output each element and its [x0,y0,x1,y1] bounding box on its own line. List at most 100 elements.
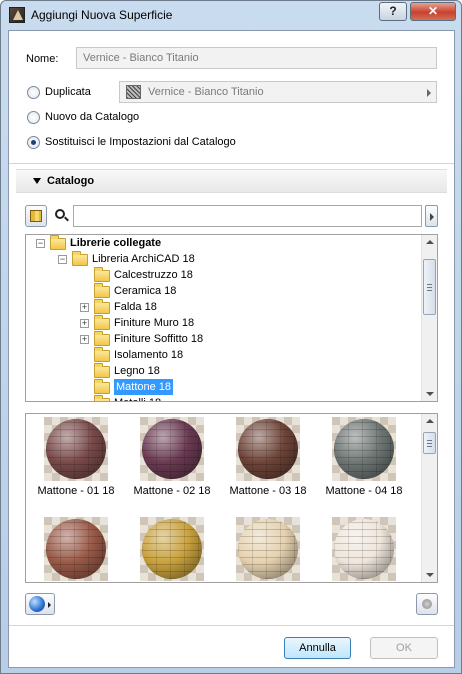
settings-button[interactable] [416,593,438,615]
scroll-down-icon[interactable] [426,573,434,577]
folder-icon [94,283,110,298]
grid-scrollbar[interactable] [421,414,437,582]
material-sphere [142,519,202,579]
replace-settings-radio[interactable] [27,136,40,149]
catalog-section-header[interactable]: Catalogo [16,169,447,193]
material-label: Mattone - 04 18 [325,485,403,497]
folder-icon [94,299,110,314]
folder-icon [94,379,110,394]
material-sphere [334,419,394,479]
material-sphere [142,419,202,479]
folder-icon [94,347,110,362]
name-field[interactable]: Vernice - Bianco Titanio [76,47,437,69]
scroll-down-icon[interactable] [426,392,434,396]
material-grid[interactable]: Mattone - 01 18 Mattone - 02 18 Mattone - … [25,413,438,583]
duplicate-label: Duplicata [45,86,91,98]
scroll-thumb[interactable] [423,259,436,315]
material-sphere [46,519,106,579]
dialog-window: Aggiungi Nuova Superficie ? ✕ Nome: Vern… [0,0,462,674]
material-sphere [46,419,106,479]
material-label: Mattone - 03 18 [229,485,307,497]
tree-expander-icon[interactable]: + [80,303,89,312]
material-tile[interactable]: Mattone - Beige [124,514,220,582]
tree-item[interactable]: Libreria ArchiCAD 18 [92,251,195,267]
material-tile[interactable]: Mattone - Bianco [316,514,412,582]
material-sphere [238,419,298,479]
scroll-thumb[interactable] [423,432,436,454]
dialog-content: Nome: Vernice - Bianco Titanio Duplicata… [8,30,455,668]
catalog-tree[interactable]: Librerie collegate Libreria ArchiCAD 18 Ca… [25,234,438,402]
chevron-right-icon [48,602,51,608]
material-preview [140,517,204,581]
chevron-right-icon [427,89,431,97]
material-swatch-icon [126,85,141,99]
window-title: Aggiungi Nuova Superficie [31,8,173,22]
ok-button[interactable]: OK [370,637,438,659]
material-preview [332,517,396,581]
folder-icon [94,315,110,330]
folder-icon [94,363,110,378]
chevron-right-icon [430,213,434,221]
catalog-header-label: Catalogo [47,175,95,187]
app-logo-icon [9,7,25,23]
collapse-triangle-icon [33,178,41,184]
tree-scrollbar[interactable] [421,235,437,401]
sphere-icon [29,596,45,612]
material-tile[interactable]: Mattone - Beige [220,514,316,582]
scroll-up-icon[interactable] [426,240,434,244]
tree-expander-icon[interactable]: + [80,335,89,344]
tree-expander-icon[interactable]: − [58,255,67,264]
replace-settings-label: Sostituisci le Impostazioni dal Catalogo [45,136,236,148]
search-options-button[interactable] [425,205,438,227]
material-tile[interactable]: Mattone - 02 18 [124,414,220,504]
help-button[interactable]: ? [379,2,407,21]
material-preview [236,417,300,481]
tree-item[interactable]: Mattone 18 [114,379,174,395]
preview-mode-button[interactable] [25,593,55,615]
tree-item[interactable]: Falda 18 [114,299,157,315]
tree-item[interactable]: Librerie collegate [70,235,161,251]
material-preview [140,417,204,481]
divider [9,163,454,164]
title-bar: Aggiungi Nuova Superficie ? ✕ [1,1,461,29]
material-tile[interactable]: Mattone - 03 18 [220,414,316,504]
material-sphere [334,519,394,579]
material-preview [236,517,300,581]
material-sphere [238,519,298,579]
material-preview [332,417,396,481]
search-input[interactable] [73,205,422,227]
scroll-up-icon[interactable] [426,419,434,423]
duplicate-source-value: Vernice - Bianco Titanio [148,86,264,98]
new-from-catalog-radio[interactable] [27,111,40,124]
folder-icon [50,235,66,250]
material-label: Mattone - 02 18 [133,485,211,497]
tree-item[interactable]: Legno 18 [114,363,160,379]
divider [9,625,454,626]
library-books-icon [30,210,42,222]
material-preview [44,517,108,581]
tree-item[interactable]: Finiture Muro 18 [114,315,194,331]
material-tile[interactable]: Mattone - 05 18 [28,514,124,582]
cancel-button[interactable]: Annulla [284,637,351,659]
new-from-catalog-label: Nuovo da Catalogo [45,111,140,123]
folder-icon [94,267,110,282]
library-manager-button[interactable] [25,205,47,227]
tree-item[interactable]: Finiture Soffitto 18 [114,331,203,347]
tree-expander-icon[interactable]: − [36,239,45,248]
duplicate-source-select[interactable]: Vernice - Bianco Titanio [119,81,437,103]
material-tile[interactable]: Mattone - 01 18 [28,414,124,504]
folder-icon [94,395,110,401]
hexagon-icon [422,599,432,609]
duplicate-radio[interactable] [27,86,40,99]
material-tile[interactable]: Mattone - 04 18 [316,414,412,504]
tree-item[interactable]: Calcestruzzo 18 [114,267,193,283]
material-label: Mattone - 01 18 [37,485,115,497]
close-button[interactable]: ✕ [410,2,456,21]
tree-item[interactable]: Ceramica 18 [114,283,176,299]
folder-icon [72,251,88,266]
material-preview [44,417,108,481]
tree-item[interactable]: Metalli 18 [114,395,161,401]
tree-item[interactable]: Isolamento 18 [114,347,183,363]
search-icon [55,209,69,222]
tree-expander-icon[interactable]: + [80,319,89,328]
